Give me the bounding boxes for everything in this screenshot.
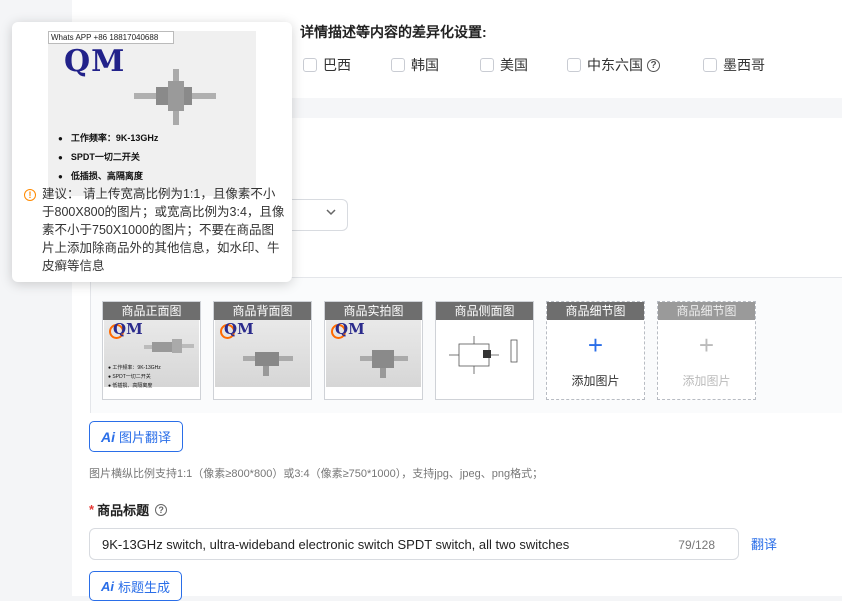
image-format-hint: 图片横纵比例支持1:1（像素≥800*800）或3:4（像素≥750*1000）… bbox=[89, 468, 544, 480]
image-slot-side[interactable]: 商品侧面图 bbox=[435, 301, 534, 400]
country-label: 中东六国 bbox=[587, 57, 643, 73]
category-select[interactable] bbox=[285, 199, 348, 231]
image-slot-back[interactable]: 商品背面图 QM bbox=[213, 301, 312, 400]
image-slot-detail-add[interactable]: 商品细节图 + 添加图片 bbox=[546, 301, 645, 400]
plus-icon: + bbox=[698, 330, 715, 360]
image-slot-detail-add-disabled: 商品细节图 + 添加图片 bbox=[657, 301, 756, 400]
feature-item: SPDT一切二开关 bbox=[58, 148, 158, 167]
checkbox-box[interactable] bbox=[303, 58, 317, 72]
checkbox-box[interactable] bbox=[703, 58, 717, 72]
slot-label: 商品细节图 bbox=[547, 302, 644, 320]
checkbox-box[interactable] bbox=[391, 58, 405, 72]
feature-item: 工作频率：9K-13GHz bbox=[58, 129, 159, 148]
add-image-label: 添加图片 bbox=[682, 374, 731, 388]
button-label: 标题生成 bbox=[117, 579, 170, 595]
section-divider bbox=[290, 98, 842, 118]
thumbnail-text: ● 工作频率：9K-13GHz ● SPDT一切二开关 ● 低插损、高隔离度 bbox=[108, 365, 161, 389]
country-label: 巴西 bbox=[323, 57, 351, 73]
help-icon[interactable]: ? bbox=[155, 503, 168, 516]
slot-label: 商品正面图 bbox=[103, 302, 200, 320]
country-label: 美国 bbox=[500, 57, 528, 73]
brand-logo: QM bbox=[113, 320, 143, 338]
title-value: 9K-13GHz switch, ultra-wideband electron… bbox=[102, 537, 570, 552]
country-label: 墨西哥 bbox=[723, 57, 765, 73]
image-slot-real[interactable]: 商品实拍图 QM bbox=[324, 301, 423, 400]
plus-icon: + bbox=[587, 330, 604, 360]
checkbox-box[interactable] bbox=[567, 58, 581, 72]
button-label: 图片翻译 bbox=[118, 430, 171, 445]
watermark-text: Whats APP +86 18817040688 bbox=[48, 31, 174, 44]
country-checkbox-brazil[interactable]: 巴西 bbox=[303, 55, 351, 75]
upload-advice-text: 建议： 请上传宽高比例为1:1，且像素不小于800X800的图片；或宽高比例为3… bbox=[42, 187, 285, 273]
brand-logo: QM bbox=[335, 320, 365, 338]
image-slot-front[interactable]: 商品正面图 QM ● 工作频率：9K-13GHz ● SPDT一切二开关 ● 低插损… bbox=[102, 301, 201, 400]
warning-icon: ! bbox=[24, 189, 36, 201]
slot-label: 商品背面图 bbox=[214, 302, 311, 320]
brand-logo: QM bbox=[64, 44, 126, 79]
add-image-label: 添加图片 bbox=[571, 374, 620, 388]
char-count: 79/128 bbox=[678, 538, 715, 552]
country-label: 韩国 bbox=[411, 57, 439, 73]
slot-label: 商品细节图 bbox=[658, 302, 755, 320]
brand-logo: QM bbox=[224, 320, 254, 338]
product-thumbnail: QM bbox=[326, 320, 421, 387]
diff-settings-title: 详情描述等内容的差异化设置: bbox=[300, 24, 487, 40]
popover-product-image: Whats APP +86 18817040688 QM 工作频率：9K-13G… bbox=[48, 31, 256, 196]
checkbox-box[interactable] bbox=[480, 58, 494, 72]
label-text: 商品标题 bbox=[97, 503, 150, 518]
feature-item: 低插损、高隔离度 bbox=[58, 167, 158, 186]
required-mark: * bbox=[89, 502, 95, 517]
ai-icon: Ai bbox=[100, 428, 115, 445]
country-checkbox-mexico[interactable]: 墨西哥 bbox=[703, 55, 765, 75]
product-thumbnail: QM bbox=[215, 320, 310, 387]
feature-list: 工作频率：9K-13GHz SPDT一切二开关 低插损、高隔离度 bbox=[58, 129, 159, 186]
translate-link[interactable]: 翻译 bbox=[751, 534, 777, 553]
ai-icon: Ai bbox=[100, 578, 114, 594]
help-icon[interactable]: ? bbox=[647, 58, 660, 72]
slot-label: 商品侧面图 bbox=[436, 302, 533, 320]
country-checkbox-korea[interactable]: 韩国 bbox=[391, 55, 439, 75]
image-translate-button[interactable]: Ai 图片翻译 bbox=[89, 421, 183, 452]
country-checkbox-usa[interactable]: 美国 bbox=[480, 55, 528, 75]
product-drawing-thumbnail bbox=[437, 320, 532, 387]
chevron-down-icon bbox=[325, 206, 337, 221]
slot-label: 商品实拍图 bbox=[325, 302, 422, 320]
product-title-label: * 商品标题 ? bbox=[89, 500, 168, 519]
image-preview-popover: Whats APP +86 18817040688 QM 工作频率：9K-13G… bbox=[12, 22, 292, 282]
product-title-input[interactable]: 9K-13GHz switch, ultra-wideband electron… bbox=[89, 528, 739, 560]
title-generate-button[interactable]: Ai 标题生成 bbox=[89, 571, 182, 601]
product-thumbnail: QM ● 工作频率：9K-13GHz ● SPDT一切二开关 ● 低插损、高隔离度 bbox=[104, 320, 199, 389]
country-checkbox-gcc[interactable]: 中东六国 ? bbox=[567, 55, 660, 75]
